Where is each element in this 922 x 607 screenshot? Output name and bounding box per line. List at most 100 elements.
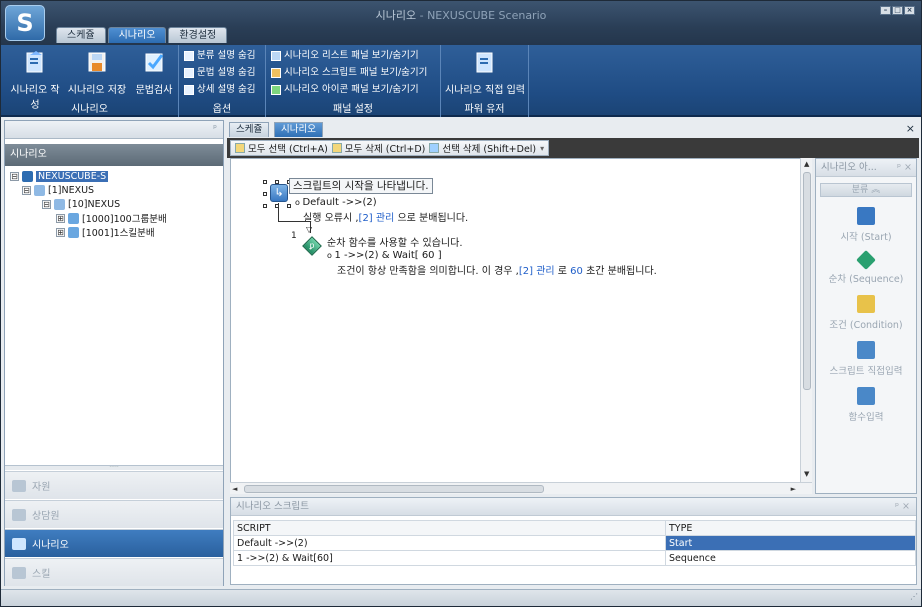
resize-handle[interactable] — [263, 180, 267, 184]
maximize-icon[interactable]: □ — [892, 6, 903, 15]
type-cell[interactable]: Sequence — [665, 550, 916, 566]
icon-palette: 시나리오 아... ᵖ × 분류 ︽ 시작 (Start) 순차 (Sequenc… — [815, 158, 917, 494]
collapse-icon[interactable]: ⊟ — [22, 185, 31, 195]
script-cell[interactable]: 1 ->>(2) & Wait[60] — [233, 550, 666, 566]
delete-selected-button[interactable]: 선택 삭제 (Shift+Del) — [429, 141, 536, 155]
document-icon — [184, 84, 194, 95]
scenario-canvas[interactable]: ↳ 스크립트의 시작을 나타냅니다. o Default ->>(2) 실행 오… — [230, 158, 812, 492]
scroll-left-icon[interactable]: ◄ — [232, 485, 237, 493]
column-header-script[interactable]: SCRIPT — [233, 520, 666, 536]
expand-icon[interactable]: ⊞ — [56, 213, 65, 223]
default-route-label: o Default ->>(2) — [295, 197, 377, 208]
tree-node-root[interactable]: ⊟ NEXUSCUBE-S — [8, 169, 223, 183]
type-cell[interactable]: Start — [665, 535, 916, 551]
close-icon[interactable]: ᵖ × — [895, 498, 910, 516]
sequence-icon — [856, 250, 876, 270]
table-row[interactable]: 1 ->>(2) & Wait[60] Sequence — [233, 550, 916, 566]
expand-icon[interactable]: ⊞ — [56, 227, 65, 237]
hide-category-desc-button[interactable]: 분류 설명 숨김 — [184, 48, 255, 63]
tab-scenario[interactable]: 시나리오 — [107, 27, 167, 43]
toggle-script-panel-button[interactable]: 시나리오 스크립트 패널 보기/숨기기 — [271, 65, 427, 80]
window-title-sub: - NEXUSCUBE Scenario — [416, 9, 547, 22]
close-icon[interactable]: ᵖ × — [897, 159, 912, 177]
delete-all-button[interactable]: 모두 삭제 (Ctrl+D) — [331, 141, 425, 155]
close-icon[interactable]: × — [904, 6, 915, 15]
scenario-tree: ⊟ NEXUSCUBE-S ⊟ [1]NEXUS ⊟ [10]NEXUS ⊞ [… — [5, 166, 223, 462]
default-desc-suffix: 으로 분배됩니다. — [394, 213, 469, 224]
scenario-file-icon — [68, 226, 79, 238]
column-header-type[interactable]: TYPE — [665, 520, 916, 536]
scroll-thumb[interactable] — [803, 172, 811, 390]
window-controls: – □ × — [880, 6, 915, 15]
document-icon — [184, 50, 194, 61]
nav-scenario[interactable]: 시나리오 — [5, 529, 223, 557]
save-scenario-button[interactable]: 시나리오 저장 — [67, 49, 127, 96]
sequence-node[interactable]: ᵱ — [302, 236, 322, 256]
direct-input-button[interactable]: 시나리오 직접 입력 — [445, 49, 525, 96]
pin-icon[interactable]: ᵖ — [213, 124, 217, 134]
resize-grip-icon[interactable]: ⋰ — [910, 592, 918, 601]
horizontal-scrollbar[interactable]: ◄ ► — [230, 482, 812, 494]
scroll-up-icon[interactable]: ▲ — [804, 160, 809, 168]
panel-splitter[interactable]: ····· — [5, 465, 223, 471]
close-icon[interactable]: × — [906, 122, 915, 135]
doc-tab-schedule[interactable]: 스케쥴 — [229, 122, 270, 137]
toggle-list-panel-button[interactable]: 시나리오 리스트 패널 보기/숨기기 — [271, 48, 419, 63]
palette-group-header[interactable]: 분류 ︽ — [820, 183, 912, 197]
skills-icon — [12, 566, 26, 579]
script-cell[interactable]: Default ->>(2) — [233, 535, 666, 551]
doc-tab-scenario[interactable]: 시나리오 — [274, 122, 323, 137]
resize-handle[interactable] — [287, 204, 291, 208]
ribbon-group-scenario: 시나리오 작성 시나리오 저장 문법검사 시나리오 — [1, 45, 179, 117]
vertical-scrollbar[interactable]: ▲ ▼ — [800, 158, 812, 492]
tree-node-label: [1000]100그룹분배 — [82, 214, 167, 225]
palette-item-script-input[interactable]: 스크립트 직접입력 — [816, 341, 916, 377]
collapse-icon[interactable]: ⊟ — [10, 171, 19, 181]
default-desc-link[interactable]: [2] 관리 — [359, 213, 395, 224]
step-number: 1 — [291, 231, 297, 241]
tab-schedule[interactable]: 스케쥴 — [56, 27, 106, 43]
collapse-icon[interactable]: ︽ — [871, 185, 880, 195]
main-area: 스케쥴 시나리오 × 모두 선택 (Ctrl+A) 모두 삭제 (Ctrl+D)… — [227, 120, 919, 586]
title-bar: S 시나리오 - NEXUSCUBE Scenario – □ × 스케쥴 시나… — [1, 1, 921, 45]
collapse-icon[interactable]: ⊟ — [42, 199, 51, 209]
save-scenario-label: 시나리오 저장 — [67, 85, 127, 96]
palette-header: 시나리오 아... ᵖ × — [816, 159, 916, 177]
syntax-check-label: 문법검사 — [135, 85, 173, 96]
ribbon: 시나리오 작성 시나리오 저장 문법검사 시나리오 분류 설명 숨김 문법 설명… — [1, 45, 921, 117]
select-all-button[interactable]: 모두 선택 (Ctrl+A) — [235, 141, 328, 155]
toggle-list-panel-label: 시나리오 리스트 패널 보기/숨기기 — [284, 50, 419, 61]
nav-agents[interactable]: 상담원 — [5, 500, 223, 528]
tree-node-group-1000[interactable]: ⊞ [1000]100그룹분배 — [8, 211, 223, 225]
hide-detail-desc-button[interactable]: 상세 설명 숨김 — [184, 82, 255, 97]
scroll-thumb[interactable] — [244, 485, 544, 493]
direct-input-icon — [476, 52, 493, 73]
palette-item-function-input[interactable]: 함수입력 — [816, 387, 916, 423]
palette-item-start[interactable]: 시작 (Start) — [816, 207, 916, 243]
tree-node-nexus-10[interactable]: ⊟ [10]NEXUS — [8, 197, 223, 211]
toggle-icon-panel-button[interactable]: 시나리오 아이콘 패널 보기/숨기기 — [271, 82, 419, 97]
tree-node-nexus-1[interactable]: ⊟ [1]NEXUS — [8, 183, 223, 197]
resize-handle[interactable] — [263, 204, 267, 208]
palette-item-condition[interactable]: 조건 (Condition) — [816, 295, 916, 331]
status-bar: ⋰ — [1, 589, 921, 606]
table-row[interactable]: Default ->>(2) Start — [233, 535, 916, 551]
scroll-right-icon[interactable]: ► — [791, 485, 796, 493]
tab-settings[interactable]: 환경설정 — [168, 27, 228, 43]
resize-handle[interactable] — [263, 192, 267, 196]
nav-resources[interactable]: 자원 — [5, 471, 223, 499]
folder-icon — [54, 198, 65, 210]
syntax-check-button[interactable]: 문법검사 — [131, 49, 177, 96]
ribbon-group-scenario-label: 시나리오 — [71, 104, 108, 115]
hide-syntax-desc-button[interactable]: 문법 설명 숨김 — [184, 65, 255, 80]
toolbar-overflow-icon[interactable]: ▾ — [540, 144, 544, 153]
select-all-icon — [235, 143, 245, 153]
nav-skills[interactable]: 스킬 — [5, 558, 223, 586]
start-node[interactable]: ↳ — [270, 184, 288, 202]
palette-item-sequence[interactable]: 순차 (Sequence) — [816, 250, 916, 285]
minimize-icon[interactable]: – — [880, 6, 891, 15]
seq-cond-link[interactable]: [2] 관리 — [519, 266, 555, 277]
tree-node-skill-1001[interactable]: ⊞ [1001]1스킬분배 — [8, 225, 223, 239]
scroll-down-icon[interactable]: ▼ — [804, 470, 809, 478]
nav-label: 스킬 — [32, 569, 51, 580]
